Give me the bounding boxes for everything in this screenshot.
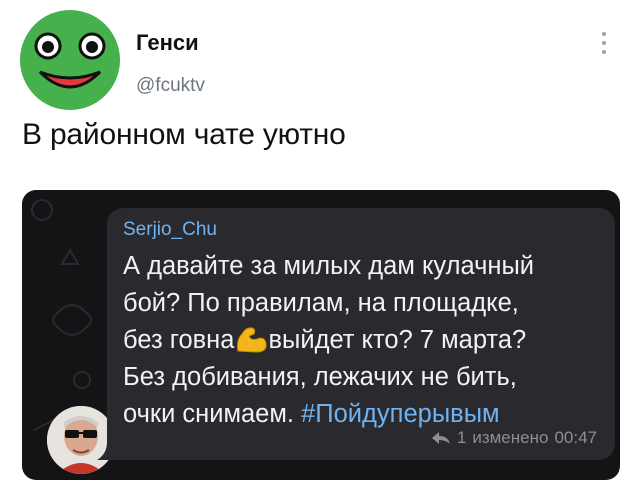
sender-avatar[interactable] (47, 406, 115, 474)
message-segment: без говна (123, 326, 235, 354)
flexed-biceps-icon (237, 327, 268, 353)
message-line: Без добивания, лежачих не бить, (123, 363, 517, 391)
more-vertical-icon[interactable] (597, 30, 611, 56)
message-segment: выйдет кто? 7 марта? (268, 326, 527, 354)
person-photo-icon (47, 406, 115, 474)
message-text: А давайте за милых дам кулачный бой? По … (123, 248, 609, 433)
message-line: бой? По правилам, на площадке, (123, 289, 519, 317)
message-sender[interactable]: Serjio_Chu (123, 219, 217, 241)
author-name[interactable]: Генси (136, 30, 199, 56)
author-avatar[interactable] (20, 10, 120, 110)
message-time: 00:47 (554, 428, 597, 447)
frog-face-icon (34, 32, 106, 89)
reply-count: 1 (456, 428, 467, 447)
message-line: А давайте за милых дам кулачный (123, 252, 535, 280)
edited-label: изменено (472, 428, 549, 447)
message-meta: 1 изменено 00:47 (431, 428, 597, 448)
reply-icon[interactable] (431, 431, 451, 445)
hashtag-link[interactable]: #Пойдуперывым (301, 400, 499, 428)
message-bubble[interactable]: Serjio_Chu А давайте за милых дам кулачн… (107, 208, 615, 460)
author-handle[interactable]: @fcuktv (136, 75, 205, 97)
message-segment: очки снимаем. (123, 400, 294, 428)
message-line: без говна выйдет кто? 7 марта? (123, 322, 609, 359)
tweet-text: В районном чате уютно (22, 118, 346, 151)
tweet-media-screenshot[interactable]: Serjio_Chu А давайте за милых дам кулачн… (22, 190, 620, 480)
